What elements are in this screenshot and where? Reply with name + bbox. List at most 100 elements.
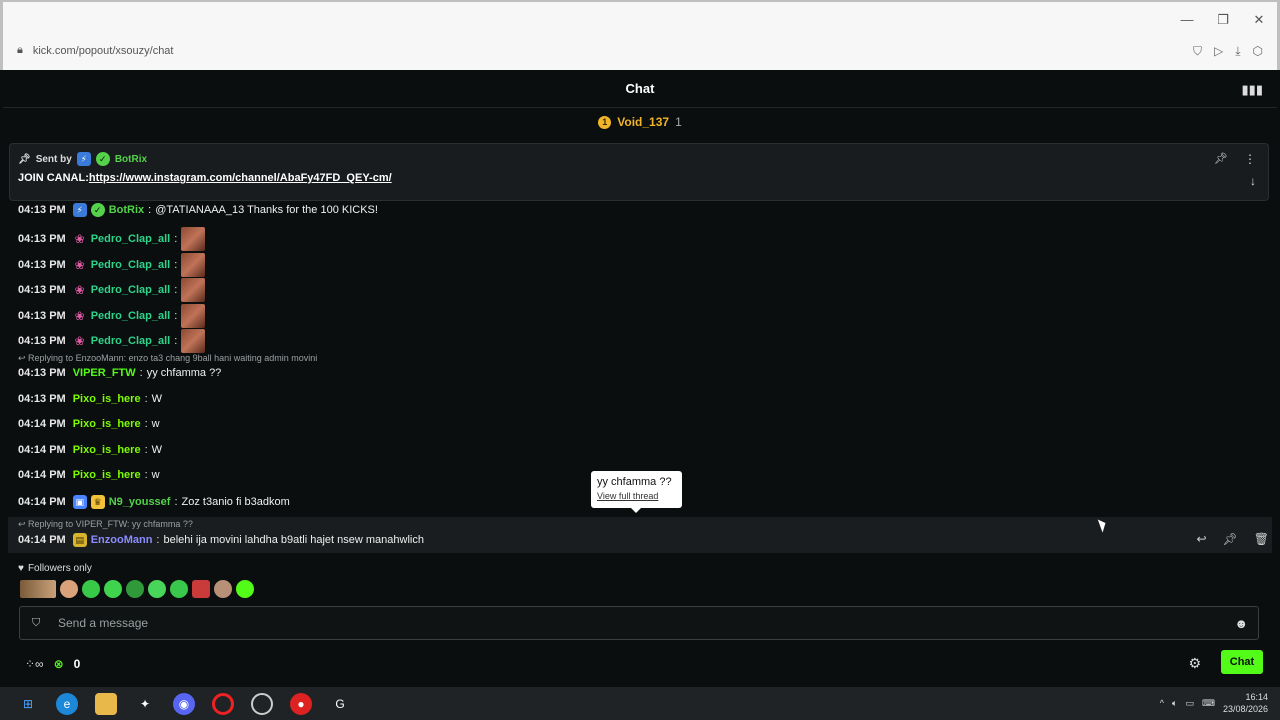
app-icon[interactable]: ✦ bbox=[134, 693, 156, 715]
extension-icon[interactable]: ⬡ bbox=[1253, 44, 1263, 59]
followers-only-notice: ♥ Followers only bbox=[18, 563, 92, 574]
close-icon[interactable]: ✕ bbox=[1251, 12, 1267, 28]
loop-icon[interactable]: ⁘∞ bbox=[25, 657, 44, 671]
view-full-thread-link[interactable]: View full thread bbox=[597, 491, 676, 501]
message-time: 04:13 PM bbox=[18, 367, 66, 379]
pinned-sender[interactable]: BotRix bbox=[115, 154, 147, 165]
emote-icon[interactable] bbox=[170, 580, 188, 598]
address-bar[interactable]: 🔒︎ kick.com/popout/xsouzy/chat bbox=[17, 44, 173, 57]
emote-icon[interactable] bbox=[126, 580, 144, 598]
delete-icon[interactable]: 🗑︎ bbox=[1254, 532, 1269, 546]
minimize-icon[interactable]: — bbox=[1179, 12, 1195, 28]
chat-message[interactable]: 04:13 PM ❀ Pedro_Clap_all: bbox=[18, 253, 206, 277]
message-username[interactable]: EnzooMann bbox=[91, 534, 153, 546]
emote-icon[interactable] bbox=[82, 580, 100, 598]
unpin-icon[interactable]: 📌︎ bbox=[1214, 152, 1228, 165]
chevron-up-icon[interactable]: ^ bbox=[1160, 698, 1164, 708]
opera-icon[interactable] bbox=[212, 692, 234, 715]
clock[interactable]: 16:14 23/08/2026 bbox=[1223, 691, 1268, 715]
message-placeholder[interactable]: Send a message bbox=[58, 616, 148, 630]
emote-icon[interactable] bbox=[236, 580, 254, 598]
chat-message[interactable]: 04:14 PM Pixo_is_here: W bbox=[18, 444, 162, 456]
chat-message[interactable]: 04:14 PM Pixo_is_here: w bbox=[18, 469, 160, 481]
message-username[interactable]: Pixo_is_here bbox=[73, 469, 141, 481]
chat-app: Chat ▮▮▮ 1 Void_137 1 📌︎ Sent by ⚡ ✓ Bot… bbox=[3, 70, 1277, 687]
colon-separator: : bbox=[174, 259, 178, 271]
leaderboard-icon[interactable]: ▮▮▮ bbox=[1242, 82, 1263, 98]
volume-icon[interactable]: 🔈︎ bbox=[1172, 698, 1177, 709]
emote-icon[interactable] bbox=[20, 580, 56, 598]
sub-badge-icon: ❀ bbox=[74, 283, 85, 297]
expand-down-icon[interactable]: ↓ bbox=[1250, 174, 1256, 188]
reply-context[interactable]: ↩ Replying to VIPER_FTW: yy chfamma ?? bbox=[18, 519, 193, 530]
message-username[interactable]: Pedro_Clap_all bbox=[91, 233, 170, 245]
restore-icon[interactable]: ❐ bbox=[1215, 12, 1231, 28]
message-time: 04:14 PM bbox=[18, 496, 66, 508]
message-username[interactable]: VIPER_FTW bbox=[73, 367, 136, 379]
chat-message[interactable]: 04:13 PM VIPER_FTW: yy chfamma ?? bbox=[18, 367, 221, 379]
folder-icon[interactable] bbox=[95, 692, 117, 715]
emote-icon[interactable] bbox=[60, 580, 78, 598]
colon-separator: : bbox=[148, 204, 152, 216]
message-username[interactable]: Pedro_Clap_all bbox=[91, 284, 170, 296]
message-username[interactable]: Pixo_is_here bbox=[73, 444, 141, 456]
red-app-icon[interactable]: ● bbox=[290, 692, 312, 715]
message-username[interactable]: Pedro_Clap_all bbox=[91, 310, 170, 322]
download-icon[interactable]: ⤓ bbox=[1235, 44, 1240, 59]
reply-context[interactable]: ↩ Replying to EnzooMann: enzo ta3 chang … bbox=[18, 353, 317, 364]
network-icon[interactable]: ▭ bbox=[1185, 698, 1194, 709]
heart-icon: ♥ bbox=[18, 563, 24, 574]
subscriber-badge-icon: ▣ bbox=[72, 495, 87, 509]
play-icon[interactable]: ▷ bbox=[1214, 44, 1223, 59]
edge-icon[interactable]: e bbox=[56, 692, 78, 715]
pin-icon[interactable]: 📌︎ bbox=[1223, 532, 1238, 546]
emote-image bbox=[181, 227, 206, 251]
message-input[interactable]: ⛉ Send a message ☻ bbox=[19, 606, 1259, 640]
chat-message[interactable]: 04:14 PM ▣ ♛ N9_youssef: Zoz t3anio fi b… bbox=[18, 495, 290, 509]
leader-name[interactable]: Void_137 bbox=[617, 115, 669, 129]
emoji-icon[interactable]: ☻ bbox=[1234, 616, 1248, 631]
windows-start-icon[interactable]: ⊞ bbox=[17, 693, 39, 715]
speedometer-icon[interactable] bbox=[251, 692, 273, 715]
chat-message[interactable]: 04:13 PM ❀ Pedro_Clap_all: bbox=[18, 227, 206, 251]
url-text[interactable]: kick.com/popout/xsouzy/chat bbox=[33, 45, 174, 57]
chat-send-button[interactable]: Chat bbox=[1221, 650, 1263, 674]
settings-icon[interactable]: ⚙ bbox=[1188, 655, 1201, 672]
reply-icon[interactable]: ↩ bbox=[1196, 532, 1206, 546]
message-text: belehi ija movini lahdha b9atli hajet ns… bbox=[163, 534, 424, 546]
message-text: Zoz t3anio fi b3adkom bbox=[181, 496, 290, 508]
message-time: 04:13 PM bbox=[18, 310, 66, 322]
emote-icon[interactable] bbox=[214, 580, 232, 598]
colon-separator: : bbox=[139, 367, 143, 379]
message-username[interactable]: Pedro_Clap_all bbox=[91, 335, 170, 347]
og-badge-icon: ♛ bbox=[90, 495, 105, 509]
kick-count: 0 bbox=[73, 657, 81, 671]
kick-coin-icon[interactable]: ⊗ bbox=[54, 657, 64, 671]
chat-message[interactable]: 04:14 PM ▤ EnzooMann: belehi ija movini … bbox=[18, 533, 424, 547]
lock-icon: 🔒︎ bbox=[17, 44, 23, 56]
emote-icon[interactable] bbox=[192, 580, 210, 598]
more-options-icon[interactable]: ⋮ bbox=[1244, 152, 1256, 166]
chat-message[interactable]: 04:13 PM ❀ Pedro_Clap_all: bbox=[18, 278, 206, 302]
emote-icon[interactable] bbox=[104, 580, 122, 598]
message-username[interactable]: Pixo_is_here bbox=[73, 418, 141, 430]
pinned-link[interactable]: https://www.instagram.com/channel/AbaFy4… bbox=[89, 172, 392, 184]
chat-message[interactable]: 04:13 PM ⚡ ✓ BotRix: @TATIANAAA_13 Thank… bbox=[18, 203, 378, 217]
shield-icon[interactable]: ⛉ bbox=[1193, 44, 1202, 59]
keyboard-icon[interactable]: ⌨ bbox=[1202, 698, 1215, 709]
message-username[interactable]: BotRix bbox=[109, 204, 144, 216]
message-username[interactable]: Pixo_is_here bbox=[73, 393, 141, 405]
discord-icon[interactable]: ◉ bbox=[173, 692, 195, 715]
emote-icon[interactable] bbox=[148, 580, 166, 598]
chat-message[interactable]: 04:13 PM Pixo_is_here: W bbox=[18, 393, 162, 405]
g-app-icon[interactable]: G bbox=[329, 693, 351, 715]
sub-badge-icon: ❀ bbox=[74, 334, 85, 348]
message-username[interactable]: N9_youssef bbox=[109, 496, 171, 508]
message-time: 04:13 PM bbox=[18, 284, 66, 296]
chat-message[interactable]: 04:13 PM ❀ Pedro_Clap_all: bbox=[18, 329, 206, 353]
message-username[interactable]: Pedro_Clap_all bbox=[91, 259, 170, 271]
chat-message[interactable]: 04:13 PM ❀ Pedro_Clap_all: bbox=[18, 304, 206, 328]
pin-icon: 📌︎ bbox=[18, 153, 31, 165]
chat-message[interactable]: 04:14 PM Pixo_is_here: w bbox=[18, 418, 160, 430]
followers-only-label: Followers only bbox=[27, 563, 92, 574]
